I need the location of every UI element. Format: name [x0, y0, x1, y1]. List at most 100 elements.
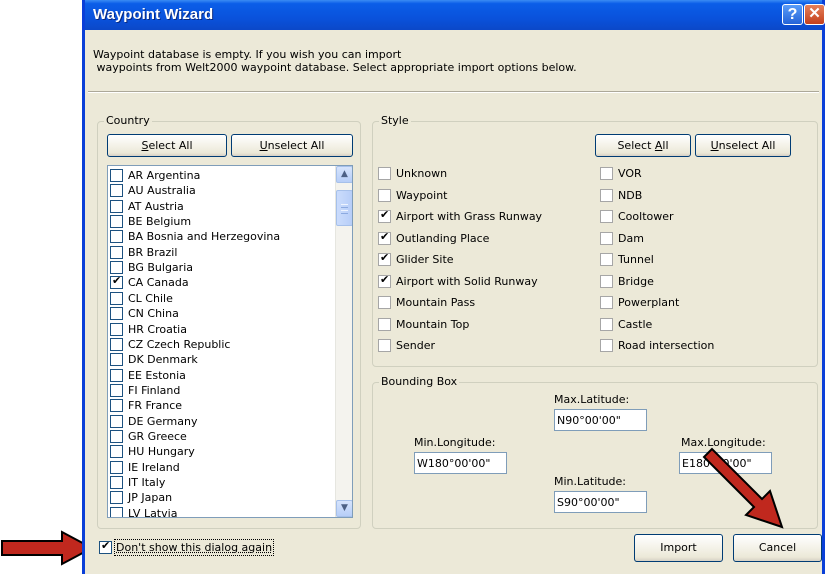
- country-item-checkbox[interactable]: [110, 291, 123, 305]
- country-item[interactable]: EE Estonia: [110, 368, 186, 382]
- title-bar[interactable]: Waypoint Wizard ? ✕: [85, 0, 825, 30]
- country-item[interactable]: HR Croatia: [110, 322, 187, 336]
- style-item[interactable]: Sender: [378, 339, 435, 352]
- country-item[interactable]: CZ Czech Republic: [110, 337, 230, 351]
- country-item[interactable]: JP Japan: [110, 491, 172, 505]
- style-item[interactable]: Airport with Grass Runway: [378, 208, 542, 223]
- country-item-checkbox[interactable]: [110, 245, 123, 259]
- country-item-checkbox[interactable]: [110, 274, 123, 290]
- style-item[interactable]: Tunnel: [600, 253, 654, 266]
- style-item-checkbox[interactable]: [600, 188, 613, 202]
- country-item[interactable]: IT Italy: [110, 476, 165, 489]
- country-item[interactable]: LV Latvia: [110, 506, 177, 517]
- style-select-all-button[interactable]: Select All: [595, 134, 691, 157]
- country-item-checkbox[interactable]: [110, 368, 123, 382]
- style-item-checkbox[interactable]: [378, 167, 391, 180]
- min-longitude-field[interactable]: W180°00'00": [414, 452, 507, 474]
- country-item-checkbox[interactable]: [110, 353, 123, 367]
- country-item[interactable]: AT Austria: [110, 199, 184, 213]
- country-item[interactable]: BE Belgium: [110, 215, 191, 229]
- country-item[interactable]: FR France: [110, 399, 182, 413]
- country-item[interactable]: CL Chile: [110, 291, 173, 305]
- dont-show-again-check[interactable]: [99, 539, 112, 554]
- max-latitude-field[interactable]: N90°00'00": [554, 409, 647, 431]
- help-button[interactable]: ?: [782, 4, 803, 25]
- country-item-checkbox[interactable]: [110, 445, 123, 459]
- style-item[interactable]: NDB: [600, 188, 642, 202]
- style-item[interactable]: Bridge: [600, 274, 654, 288]
- country-item-checkbox[interactable]: [110, 169, 123, 182]
- country-item-checkbox[interactable]: [110, 383, 123, 397]
- style-item-checkbox[interactable]: [600, 296, 613, 309]
- style-item-checkbox[interactable]: [600, 231, 613, 245]
- country-item-checkbox[interactable]: [110, 199, 123, 213]
- style-item-checkbox[interactable]: [378, 208, 391, 223]
- country-item-checkbox[interactable]: [110, 337, 123, 351]
- country-item[interactable]: AR Argentina: [110, 169, 200, 182]
- style-item-checkbox[interactable]: [600, 274, 613, 288]
- style-item[interactable]: Mountain Pass: [378, 296, 475, 309]
- country-item-checkbox[interactable]: [110, 230, 123, 244]
- country-item[interactable]: IE Ireland: [110, 460, 180, 474]
- style-item[interactable]: VOR: [600, 167, 642, 180]
- style-item-checkbox[interactable]: [378, 339, 391, 352]
- country-item-checkbox[interactable]: [110, 460, 123, 474]
- style-item[interactable]: Mountain Top: [378, 317, 469, 331]
- country-item-checkbox[interactable]: [110, 429, 123, 443]
- country-item-checkbox[interactable]: [110, 215, 123, 229]
- country-item[interactable]: CN China: [110, 307, 179, 321]
- country-list[interactable]: AR Argentina AU Australia AT Austria BE Bel…: [107, 165, 353, 518]
- country-item-checkbox[interactable]: [110, 506, 123, 517]
- style-item-checkbox[interactable]: [600, 210, 613, 223]
- style-item-checkbox[interactable]: [378, 296, 391, 309]
- style-item-checkbox[interactable]: [378, 251, 391, 266]
- country-unselect-all-button[interactable]: Unselect All: [231, 134, 353, 157]
- style-item[interactable]: Airport with Solid Runway: [378, 273, 538, 288]
- style-item-checkbox[interactable]: [600, 253, 613, 266]
- country-item[interactable]: BG Bulgaria: [110, 261, 193, 275]
- style-item[interactable]: Powerplant: [600, 296, 679, 309]
- style-item[interactable]: Dam: [600, 231, 644, 245]
- country-item[interactable]: CA Canada: [110, 274, 189, 290]
- close-button[interactable]: ✕: [804, 4, 825, 25]
- country-item[interactable]: AU Australia: [110, 184, 196, 198]
- style-item-checkbox[interactable]: [378, 188, 391, 202]
- style-item[interactable]: Glider Site: [378, 251, 454, 266]
- country-item-checkbox[interactable]: [110, 322, 123, 336]
- country-item-checkbox[interactable]: [110, 491, 123, 505]
- country-scrollbar[interactable]: ▲ ▼: [335, 166, 352, 517]
- min-latitude-field[interactable]: S90°00'00": [554, 491, 647, 513]
- dont-show-again-checkbox[interactable]: Don't show this dialog again: [99, 539, 275, 556]
- country-item[interactable]: GR Greece: [110, 429, 187, 443]
- country-item[interactable]: DE Germany: [110, 414, 197, 428]
- country-item-checkbox[interactable]: [110, 184, 123, 198]
- country-item-checkbox[interactable]: [110, 307, 123, 321]
- style-item[interactable]: Cooltower: [600, 210, 674, 223]
- country-item-checkbox[interactable]: [110, 261, 123, 275]
- style-unselect-all-button[interactable]: Unselect All: [695, 134, 791, 157]
- cancel-button[interactable]: Cancel: [733, 534, 822, 562]
- import-button[interactable]: Import: [634, 534, 723, 562]
- country-item[interactable]: BA Bosnia and Herzegovina: [110, 230, 280, 244]
- country-item[interactable]: DK Denmark: [110, 353, 198, 367]
- country-item-checkbox[interactable]: [110, 399, 123, 413]
- style-item-checkbox[interactable]: [378, 317, 391, 331]
- style-item[interactable]: Unknown: [378, 167, 447, 180]
- style-item-checkbox[interactable]: [378, 230, 391, 245]
- style-item[interactable]: Waypoint: [378, 188, 447, 202]
- country-item[interactable]: BR Brazil: [110, 245, 177, 259]
- country-item-checkbox[interactable]: [110, 414, 123, 428]
- style-item-checkbox[interactable]: [378, 273, 391, 288]
- country-select-all-button[interactable]: Select All: [107, 134, 227, 157]
- style-item[interactable]: Castle: [600, 317, 652, 331]
- style-item[interactable]: Road intersection: [600, 339, 714, 352]
- style-item-checkbox[interactable]: [600, 167, 613, 180]
- scroll-down-icon[interactable]: ▼: [336, 500, 352, 517]
- style-item[interactable]: Outlanding Place: [378, 230, 489, 245]
- country-item-checkbox[interactable]: [110, 476, 123, 489]
- country-item[interactable]: FI Finland: [110, 383, 180, 397]
- scroll-thumb[interactable]: [336, 190, 352, 226]
- scroll-up-icon[interactable]: ▲: [336, 166, 352, 183]
- style-item-checkbox[interactable]: [600, 339, 613, 352]
- country-item[interactable]: HU Hungary: [110, 445, 195, 459]
